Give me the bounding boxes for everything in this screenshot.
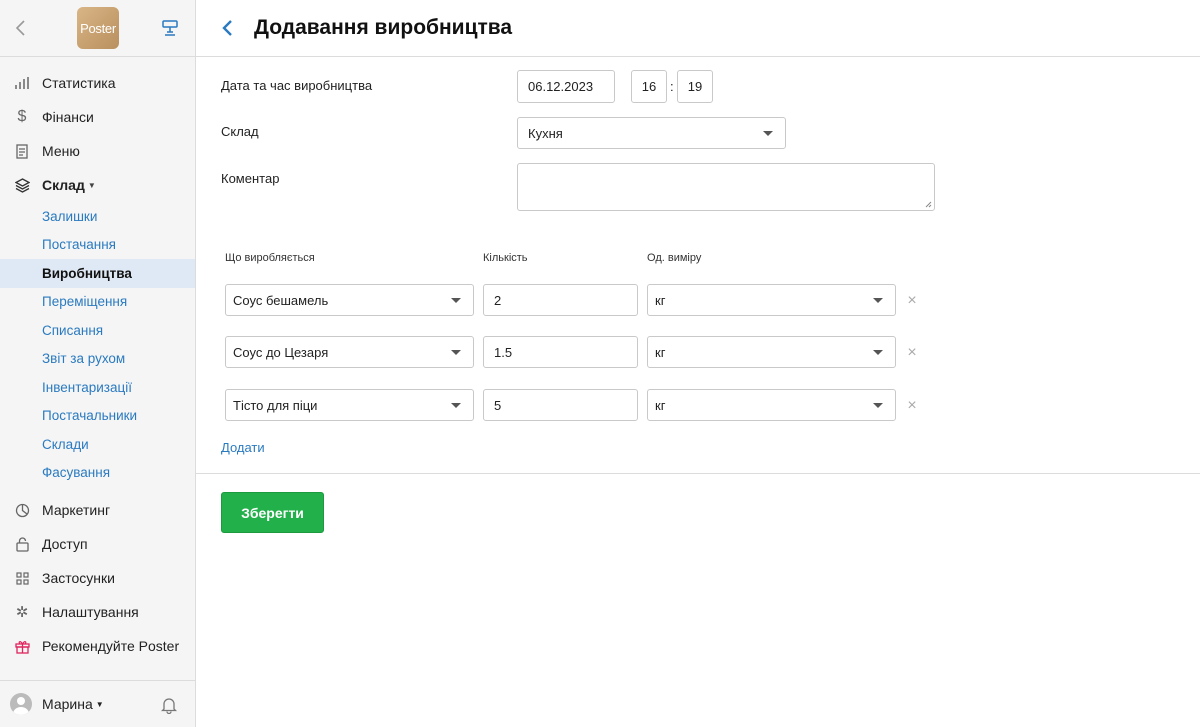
- gear-icon: ✲: [15, 604, 29, 621]
- time-separator: :: [670, 79, 674, 94]
- sidebar-item-marketing[interactable]: Маркетинг: [0, 493, 195, 527]
- sidebar-item-label: Маркетинг: [42, 502, 111, 518]
- chevron-down-icon: ▼: [87, 180, 96, 190]
- sidebar-subitem-movement-report[interactable]: Звіт за рухом: [0, 345, 195, 374]
- sidebar-item-label: Фінанси: [42, 109, 94, 125]
- unit-select[interactable]: кг: [647, 284, 896, 316]
- add-row-link[interactable]: Додати: [221, 440, 265, 455]
- product-value: Соус бешамель: [233, 292, 329, 308]
- sidebar-subitem-warehouses[interactable]: Склади: [0, 430, 195, 459]
- minute-input[interactable]: 19: [677, 70, 713, 103]
- remove-row-icon[interactable]: ×: [905, 345, 919, 361]
- chevron-down-icon: ▼: [95, 699, 104, 709]
- unit-select[interactable]: кг: [647, 336, 896, 368]
- pos-terminal-icon[interactable]: [161, 19, 179, 37]
- sidebar-item-label: Налаштування: [42, 604, 139, 620]
- hour-input[interactable]: 16: [631, 70, 667, 103]
- logo[interactable]: Poster: [77, 7, 119, 49]
- date-label: Дата та час виробництва: [221, 78, 373, 93]
- remove-row-icon[interactable]: ×: [905, 293, 919, 309]
- sidebar-nav-secondary: Маркетинг Доступ Застосунки ✲ Налаштуван…: [0, 493, 195, 663]
- sidebar-subitem-inventories[interactable]: Інвентаризації: [0, 373, 195, 402]
- user-bar: Марина ▼: [0, 680, 195, 727]
- main-content: Додавання виробництва Дата та час виробн…: [196, 0, 1200, 727]
- grid-icon: [14, 570, 30, 586]
- sidebar-subitem-transfers[interactable]: Переміщення: [0, 288, 195, 317]
- sidebar-subitem-productions[interactable]: Виробництва: [0, 259, 195, 288]
- product-value: Соус до Цезаря: [233, 344, 329, 360]
- unit-value: кг: [655, 344, 666, 360]
- sidebar-item-label: Меню: [42, 143, 80, 159]
- document-icon: [14, 143, 30, 159]
- chevron-left-icon[interactable]: [12, 18, 30, 38]
- back-arrow-icon[interactable]: [220, 18, 236, 38]
- sidebar-subitem-supplies[interactable]: Постачання: [0, 231, 195, 260]
- sidebar-item-settings[interactable]: ✲ Налаштування: [0, 595, 195, 629]
- sidebar-header: Poster: [0, 0, 195, 57]
- date-input[interactable]: 06.12.2023: [517, 70, 615, 103]
- column-header-quantity: Кількість: [483, 252, 528, 264]
- sidebar-item-label: Доступ: [42, 536, 88, 552]
- quantity-input[interactable]: 5: [483, 389, 638, 421]
- sidebar-subitem-stock[interactable]: Залишки: [0, 202, 195, 231]
- unit-value: кг: [655, 292, 666, 308]
- warehouse-value: Кухня: [528, 125, 563, 141]
- sidebar-item-statistics[interactable]: Статистика: [0, 66, 195, 100]
- quantity-input[interactable]: 2: [483, 284, 638, 316]
- sidebar-item-apps[interactable]: Застосунки: [0, 561, 195, 595]
- sidebar-item-label: Застосунки: [42, 570, 115, 586]
- unit-select[interactable]: кг: [647, 389, 896, 421]
- bell-icon[interactable]: [161, 696, 177, 714]
- pie-icon: [14, 502, 30, 518]
- product-value: Тісто для піци: [233, 397, 318, 413]
- sidebar-nav: Статистика $ Фінанси Меню Склад ▼ Залишк…: [0, 66, 195, 487]
- sidebar-submenu: Залишки Постачання Виробництва Переміщен…: [0, 202, 195, 487]
- resize-handle-icon[interactable]: [924, 200, 932, 208]
- product-select[interactable]: Тісто для піци: [225, 389, 474, 421]
- sidebar-item-recommend[interactable]: Рекомендуйте Poster: [0, 629, 195, 663]
- dollar-icon: $: [17, 108, 27, 125]
- lock-icon: [14, 536, 30, 552]
- sidebar-subitem-suppliers[interactable]: Постачальники: [0, 402, 195, 431]
- sidebar-item-label: Рекомендуйте Poster: [42, 638, 180, 654]
- save-button[interactable]: Зберегти: [221, 492, 324, 533]
- product-select[interactable]: Соус бешамель: [225, 284, 474, 316]
- column-header-unit: Од. виміру: [647, 252, 702, 264]
- sidebar: Poster Статистика $ Фінанси Меню Склад ▼…: [0, 0, 196, 727]
- gift-icon: [14, 638, 30, 654]
- page-title: Додавання виробництва: [254, 16, 513, 39]
- quantity-input[interactable]: 1.5: [483, 336, 638, 368]
- comment-textarea[interactable]: [517, 163, 935, 211]
- column-header-product: Що виробляється: [225, 252, 315, 264]
- remove-row-icon[interactable]: ×: [905, 398, 919, 414]
- warehouse-label: Склад: [221, 124, 259, 139]
- product-select[interactable]: Соус до Цезаря: [225, 336, 474, 368]
- page-header: Додавання виробництва: [196, 0, 1200, 57]
- divider: [196, 473, 1200, 474]
- warehouse-select[interactable]: Кухня: [517, 117, 786, 149]
- sidebar-item-warehouse[interactable]: Склад ▼: [0, 168, 195, 202]
- sidebar-item-label: Склад: [42, 177, 85, 193]
- sidebar-item-finance[interactable]: $ Фінанси: [0, 100, 195, 134]
- sidebar-subitem-writeoffs[interactable]: Списання: [0, 316, 195, 345]
- sidebar-item-access[interactable]: Доступ: [0, 527, 195, 561]
- user-name[interactable]: Марина: [42, 696, 93, 712]
- avatar[interactable]: [10, 693, 32, 715]
- layers-icon: [14, 177, 30, 193]
- unit-value: кг: [655, 397, 666, 413]
- sidebar-item-label: Статистика: [42, 75, 116, 91]
- bar-chart-icon: [14, 75, 30, 91]
- sidebar-subitem-packaging[interactable]: Фасування: [0, 459, 195, 488]
- comment-label: Коментар: [221, 171, 280, 186]
- sidebar-item-menu[interactable]: Меню: [0, 134, 195, 168]
